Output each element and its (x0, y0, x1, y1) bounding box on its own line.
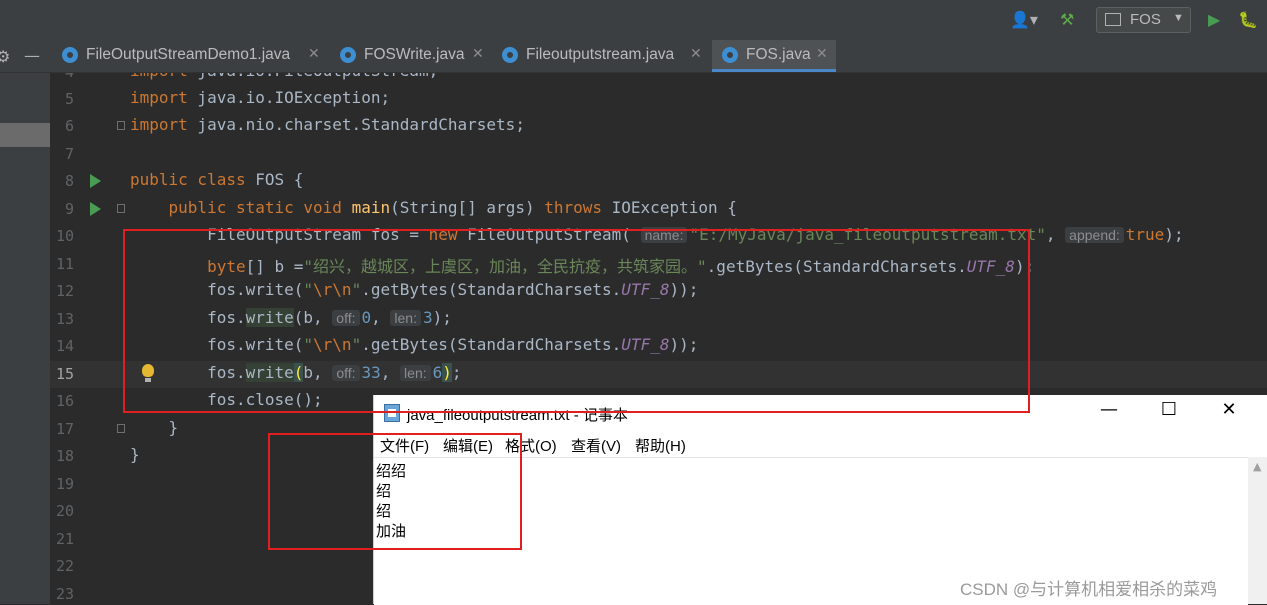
tab-foswrite[interactable]: FOSWrite.java ✕ (340, 40, 490, 72)
debug-icon[interactable]: 🐛 (1238, 10, 1258, 29)
line-number: 17 (55, 420, 74, 438)
code-line[interactable]: 7 (50, 141, 1267, 168)
gear-icon[interactable]: ⚙ (0, 47, 10, 66)
run-icon[interactable]: ▶ (1208, 10, 1220, 29)
line-number: 5 (64, 90, 74, 108)
maximize-button[interactable]: ☐ (1149, 399, 1189, 425)
line-number: 21 (55, 530, 74, 548)
code-line[interactable]: 5 import java.io.IOException; (50, 86, 1267, 113)
menu-help[interactable]: 帮助(H) (635, 435, 686, 456)
menu-view[interactable]: 查看(V) (571, 435, 621, 456)
code-line[interactable]: 6 import java.nio.charset.StandardCharse… (50, 113, 1267, 140)
tab-fos[interactable]: FOS.java ✕ (712, 40, 836, 72)
hammer-icon[interactable]: ⚒ (1060, 10, 1074, 29)
user-icon[interactable]: 👤▾ (1010, 10, 1038, 29)
fold-icon[interactable] (117, 424, 125, 433)
close-button[interactable]: ✕ (1209, 399, 1249, 425)
project-sidebar (0, 73, 50, 604)
close-icon[interactable]: ✕ (690, 45, 702, 62)
line-number: 8 (64, 172, 74, 190)
line-number: 14 (55, 337, 74, 355)
run-main-icon[interactable] (90, 202, 101, 216)
tab-label: FOS.java (746, 46, 811, 63)
line-number: 18 (55, 447, 74, 465)
tab-label: Fileoutputstream.java (526, 46, 675, 63)
java-class-icon (722, 47, 738, 63)
line-number: 16 (55, 392, 74, 410)
tab-label: FileOutputStreamDemo1.java (86, 46, 291, 63)
tab-label: FOSWrite.java (364, 46, 465, 63)
code-text: } (130, 445, 140, 464)
run-class-icon[interactable] (90, 174, 101, 188)
line-number: 7 (64, 145, 74, 163)
scroll-up-icon[interactable]: ▲ (1253, 460, 1261, 473)
close-icon[interactable]: ✕ (472, 45, 484, 62)
line-number: 20 (55, 502, 74, 520)
code-line[interactable]: 4 import java.io.FileOutputStream; (50, 73, 1267, 86)
line-number: 4 (50, 73, 74, 81)
java-class-icon (62, 47, 78, 63)
code-text: import java.io.IOException; (130, 88, 391, 107)
code-text: import java.nio.charset.StandardCharsets… (130, 115, 525, 134)
annotation-box-code (123, 229, 1030, 413)
code-line[interactable]: 9 public static void main(String[] args)… (50, 196, 1267, 223)
line-number: 13 (55, 310, 74, 328)
line-number: 23 (55, 585, 74, 603)
line-number: 10 (55, 227, 74, 245)
java-class-icon (340, 47, 356, 63)
fold-icon[interactable] (117, 204, 125, 213)
line-number: 15 (55, 365, 74, 383)
line-number: 9 (64, 200, 74, 218)
code-text: import java.io.FileOutputStream; (130, 73, 438, 80)
line-number: 6 (64, 117, 74, 135)
code-text: } (130, 418, 179, 437)
vertical-scrollbar[interactable]: ▲ (1248, 457, 1267, 604)
java-class-icon (502, 47, 518, 63)
close-icon[interactable]: ✕ (816, 45, 828, 62)
code-text: public static void main(String[] args) t… (168, 198, 737, 217)
main-toolbar: 👤▾ ⚒ FOS ▼ ▶ 🐛 (0, 0, 1267, 41)
minimize-panel-icon[interactable]: — (24, 46, 40, 65)
code-line[interactable]: 8 public class FOS { (50, 168, 1267, 195)
annotation-box-output (268, 433, 522, 550)
chevron-down-icon: ▼ (1173, 12, 1184, 24)
watermark: CSDN @与计算机相爱相杀的菜鸡 (960, 580, 1218, 599)
close-icon[interactable]: ✕ (308, 45, 320, 62)
run-configuration-select[interactable]: FOS ▼ (1096, 7, 1191, 33)
line-number: 11 (55, 255, 74, 273)
tab-fileoutputstream[interactable]: Fileoutputstream.java ✕ (502, 40, 708, 72)
code-text: public class FOS { (130, 170, 304, 189)
run-config-label: FOS (1130, 11, 1161, 28)
config-icon (1105, 13, 1121, 26)
tab-fileoutputstreamdemo1[interactable]: FileOutputStreamDemo1.java ✕ (62, 40, 326, 72)
minimize-button[interactable]: — (1089, 399, 1129, 425)
fold-icon[interactable] (117, 121, 125, 130)
editor-tabs: ⚙ — FileOutputStreamDemo1.java ✕ FOSWrit… (0, 40, 1267, 73)
line-number: 19 (55, 475, 74, 493)
sidebar-selection[interactable] (0, 123, 50, 147)
line-number: 12 (55, 282, 74, 300)
line-number: 22 (55, 557, 74, 575)
